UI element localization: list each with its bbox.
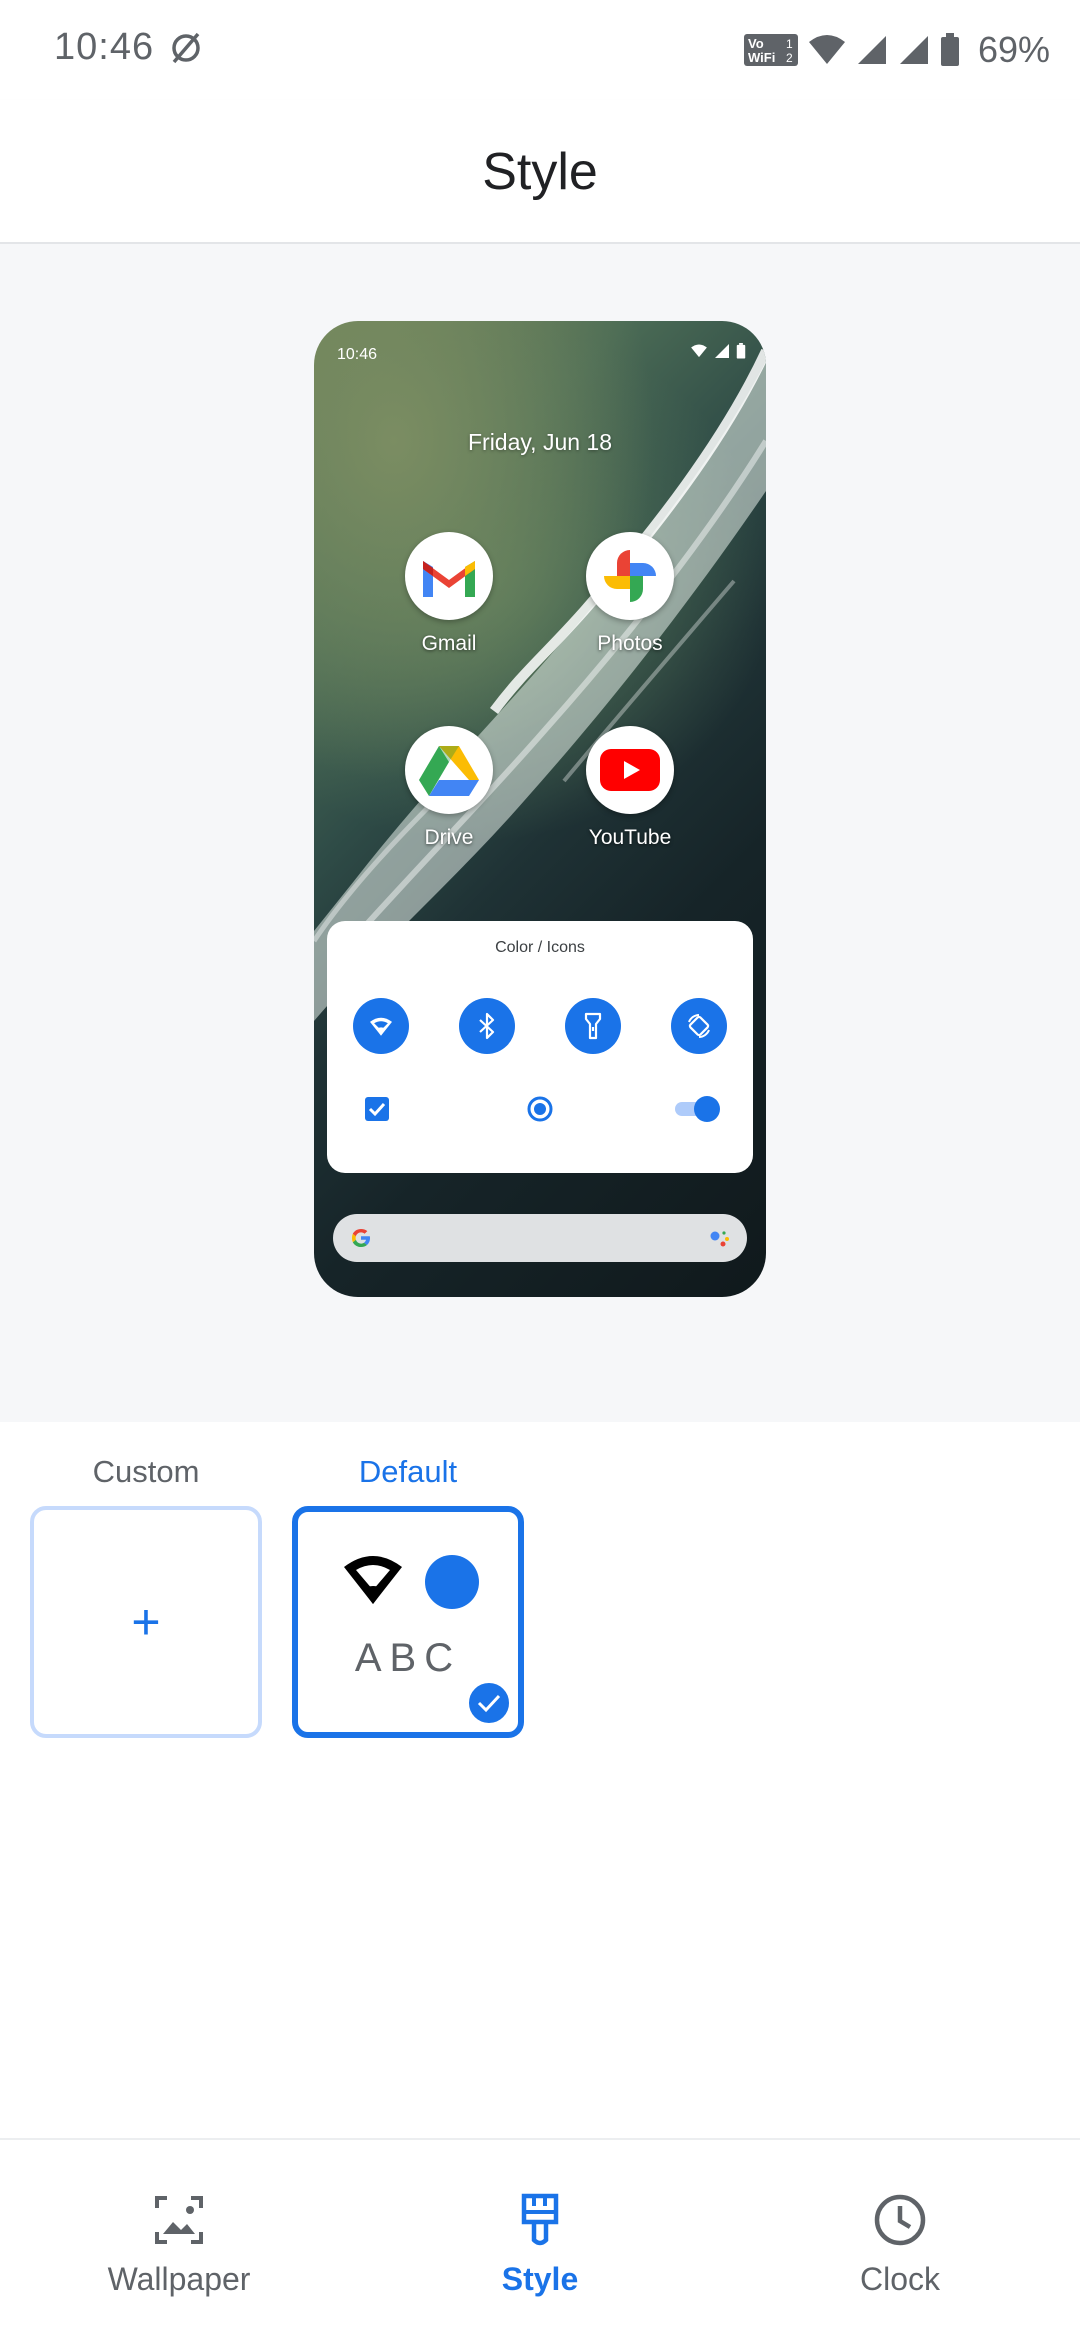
assistant-icon bbox=[710, 1231, 729, 1247]
add-icon: + bbox=[131, 1594, 161, 1650]
app-drive: Drive bbox=[374, 726, 524, 850]
wifi-icon bbox=[691, 344, 707, 358]
wallpaper-icon bbox=[155, 2196, 203, 2244]
nav-item-wallpaper[interactable]: Wallpaper bbox=[39, 2192, 319, 2298]
battery-icon bbox=[940, 33, 959, 66]
wifi-icon bbox=[344, 1556, 402, 1604]
auto-rotate-icon bbox=[671, 998, 727, 1054]
qs-title: Color / Icons bbox=[495, 939, 585, 956]
no-disturb-icon bbox=[172, 32, 200, 64]
bottom-navigation: Wallpaper Style Clock bbox=[0, 2138, 1080, 2342]
page-title: Style bbox=[482, 143, 598, 201]
accent-color-dot bbox=[425, 1555, 479, 1609]
nav-label-clock: Clock bbox=[859, 2261, 940, 2297]
app-label: YouTube bbox=[588, 826, 672, 849]
preview-date: Friday, Jun 18 bbox=[467, 429, 613, 455]
battery-percent: 69% bbox=[977, 29, 1050, 70]
style-option-default[interactable]: Default ABC bbox=[292, 1455, 524, 1738]
signal-icon bbox=[715, 344, 729, 358]
bluetooth-icon bbox=[459, 998, 515, 1054]
style-brush-icon bbox=[521, 2193, 559, 2246]
phone-preview: 10:46 Friday, Jun 18 Gmail Photos Drive … bbox=[314, 321, 766, 1297]
flashlight-icon bbox=[565, 998, 621, 1054]
google-g-icon bbox=[352, 1229, 370, 1247]
option-label-custom: Custom bbox=[92, 1454, 200, 1489]
preview-search-bar bbox=[333, 1214, 747, 1262]
color-icons-preview-card: Color / Icons bbox=[327, 921, 753, 1173]
app-youtube: YouTube bbox=[555, 726, 705, 850]
nav-label-wallpaper: Wallpaper bbox=[107, 2261, 251, 2297]
app-photos: Photos bbox=[555, 532, 705, 656]
default-style-tile[interactable]: ABC bbox=[292, 1506, 524, 1738]
app-label: Gmail bbox=[421, 632, 477, 655]
preview-status-icons bbox=[690, 343, 746, 359]
font-sample-text: ABC bbox=[354, 1636, 462, 1680]
preview-time: 10:46 bbox=[337, 346, 378, 363]
option-label-default: Default bbox=[358, 1454, 458, 1489]
app-bar: Style bbox=[0, 100, 1080, 244]
svg-text:WiFi: WiFi bbox=[748, 50, 775, 65]
check-icon bbox=[466, 1680, 512, 1726]
status-icons: Vo WiFi 1 2 69% bbox=[743, 28, 1050, 72]
nav-item-clock[interactable]: Clock bbox=[760, 2192, 1040, 2298]
battery-icon bbox=[736, 343, 746, 359]
wifi-icon bbox=[808, 35, 845, 64]
style-option-custom[interactable]: Custom + bbox=[30, 1455, 262, 1738]
youtube-icon bbox=[586, 726, 674, 814]
volte-wifi-icon: Vo WiFi 1 2 bbox=[743, 34, 798, 66]
clock-icon bbox=[874, 2194, 926, 2246]
wifi-icon bbox=[353, 998, 409, 1054]
svg-text:Vo: Vo bbox=[748, 36, 764, 51]
checkbox-icon bbox=[365, 1097, 389, 1121]
custom-style-tile[interactable]: + bbox=[30, 1506, 262, 1738]
gmail-icon bbox=[405, 532, 493, 620]
switch-icon bbox=[675, 1096, 720, 1122]
signal-icon bbox=[899, 36, 928, 64]
signal-icon bbox=[857, 36, 886, 64]
nav-item-style[interactable]: Style bbox=[400, 2192, 680, 2298]
svg-text:2: 2 bbox=[786, 51, 793, 65]
status-time: 10:46 bbox=[54, 26, 155, 68]
app-label: Photos bbox=[597, 632, 663, 655]
radio-icon bbox=[527, 1096, 553, 1122]
drive-icon bbox=[405, 726, 493, 814]
app-gmail: Gmail bbox=[374, 532, 524, 656]
status-bar: 10:46 Vo WiFi 1 2 69% bbox=[0, 0, 1080, 100]
style-preview-area: 10:46 Friday, Jun 18 Gmail Photos Drive … bbox=[0, 244, 1080, 1422]
nav-label-style: Style bbox=[501, 2261, 579, 2297]
app-label: Drive bbox=[424, 826, 474, 849]
photos-icon bbox=[586, 532, 674, 620]
svg-text:1: 1 bbox=[786, 37, 793, 51]
